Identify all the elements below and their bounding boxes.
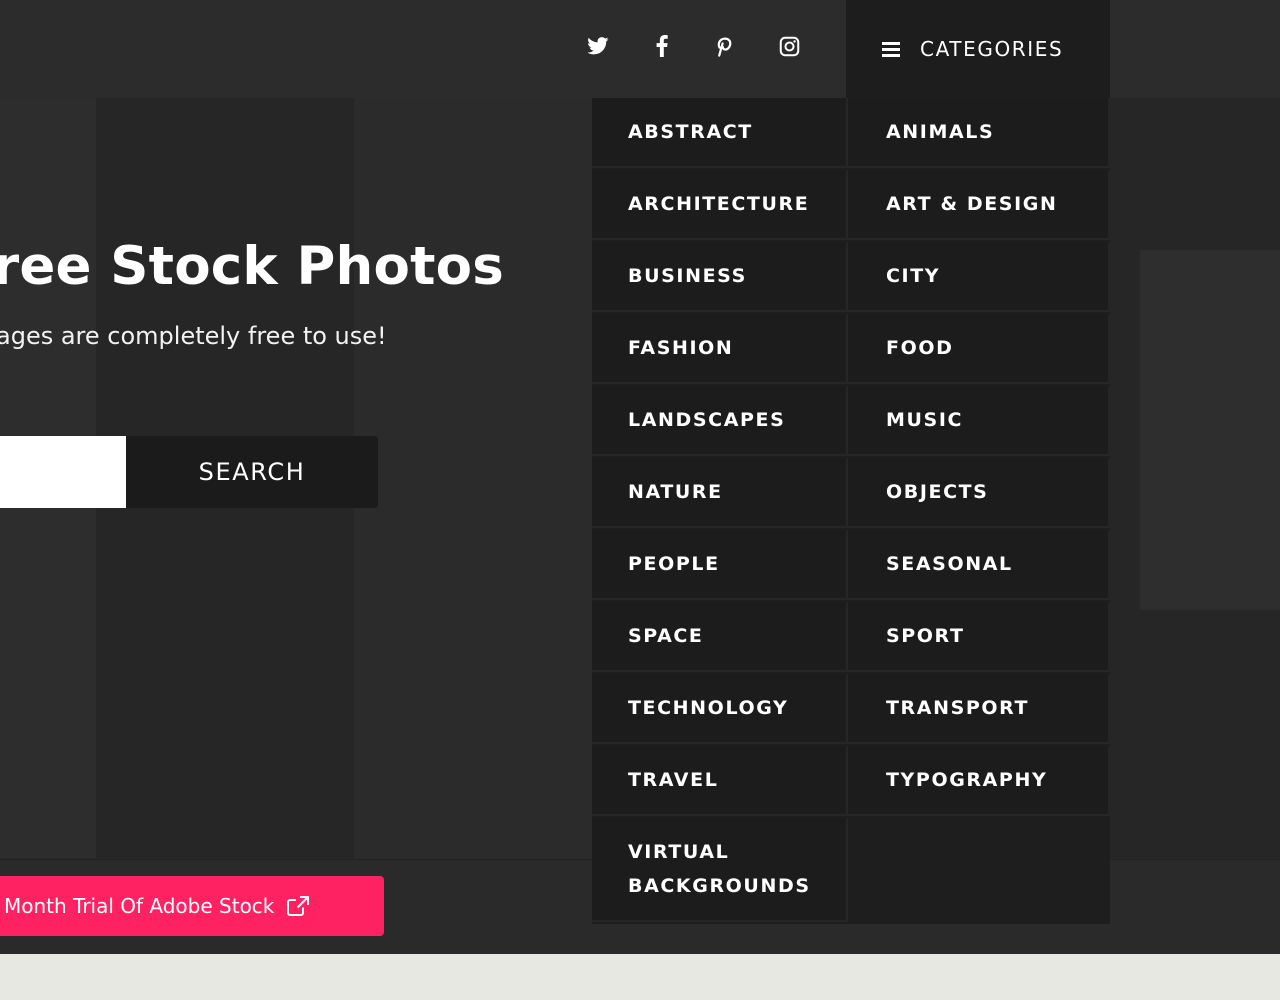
category-fashion[interactable]: FASHION: [592, 314, 848, 384]
page-subtitle: ages are completely free to use!: [0, 322, 387, 350]
category-abstract[interactable]: ABSTRACT: [592, 98, 848, 168]
category-travel[interactable]: TRAVEL: [592, 746, 848, 816]
hamburger-icon: [882, 39, 900, 60]
twitter-icon[interactable]: [582, 30, 614, 62]
category-sport[interactable]: SPORT: [848, 602, 1110, 672]
hero-photo-tile: [354, 98, 592, 858]
category-transport[interactable]: TRANSPORT: [848, 674, 1110, 744]
category-food[interactable]: FOOD: [848, 314, 1110, 384]
page-title: ree Stock Photos: [0, 236, 504, 297]
category-objects[interactable]: OBJECTS: [848, 458, 1110, 528]
instagram-icon[interactable]: [773, 30, 805, 62]
category-music[interactable]: MUSIC: [848, 386, 1110, 456]
search-button[interactable]: SEARCH: [126, 436, 378, 508]
category-art-design[interactable]: ART & DESIGN: [848, 170, 1110, 240]
category-virtual-backgrounds[interactable]: VIRTUAL BACKGROUNDS: [592, 818, 848, 922]
category-people[interactable]: PEOPLE: [592, 530, 848, 600]
category-technology[interactable]: TECHNOLOGY: [592, 674, 848, 744]
categories-toggle-label: CATEGORIES: [920, 37, 1064, 61]
external-link-icon: [286, 895, 310, 917]
hero-section: CATEGORIES ree Stock Photos ages are com…: [0, 0, 1280, 954]
category-space[interactable]: SPACE: [592, 602, 848, 672]
promo-label: Month Trial Of Adobe Stock: [4, 894, 275, 918]
hero-photo-tile: [1140, 250, 1280, 610]
category-architecture[interactable]: ARCHITECTURE: [592, 170, 848, 240]
category-nature[interactable]: NATURE: [592, 458, 848, 528]
category-seasonal[interactable]: SEASONAL: [848, 530, 1110, 600]
category-typography[interactable]: TYPOGRAPHY: [848, 746, 1110, 816]
categories-toggle[interactable]: CATEGORIES: [846, 0, 1110, 98]
category-business[interactable]: BUSINESS: [592, 242, 848, 312]
adobe-stock-trial-button[interactable]: Month Trial Of Adobe Stock: [0, 876, 384, 936]
pinterest-icon[interactable]: [708, 30, 740, 62]
categories-menu: ABSTRACT ARCHITECTURE BUSINESS FASHION L…: [592, 98, 1110, 924]
category-animals[interactable]: ANIMALS: [848, 98, 1110, 168]
category-landscapes[interactable]: LANDSCAPES: [592, 386, 848, 456]
category-city[interactable]: CITY: [848, 242, 1110, 312]
search-input[interactable]: [0, 436, 126, 508]
facebook-icon[interactable]: [646, 30, 678, 62]
